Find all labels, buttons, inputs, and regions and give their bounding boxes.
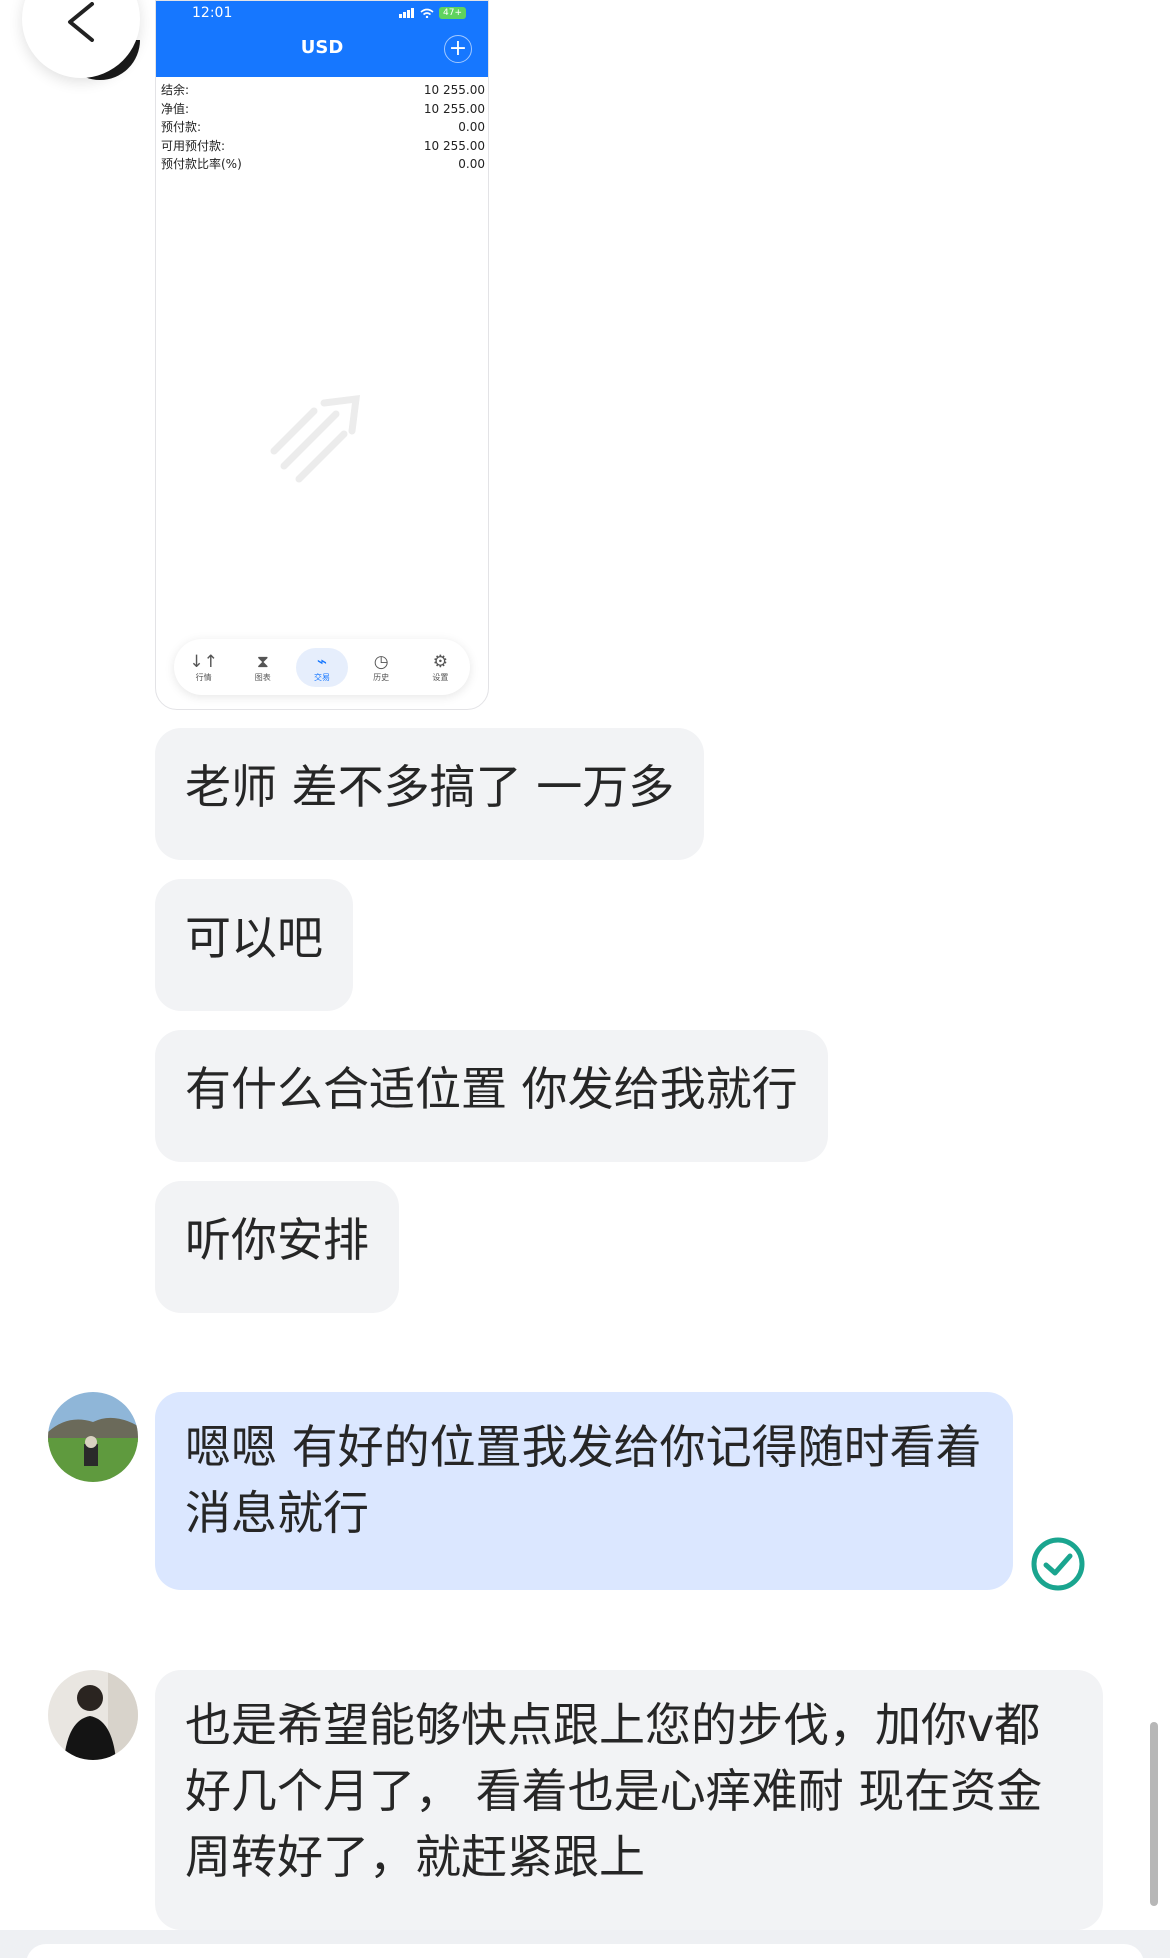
- trend-watermark-icon: [270, 394, 361, 483]
- summary-row: 净值: 10 255.00: [161, 101, 485, 116]
- gear-icon: ⚙: [432, 651, 448, 672]
- message-bubble[interactable]: 可以吧: [155, 879, 353, 1011]
- landscape-avatar-icon: [48, 1392, 138, 1482]
- nav-trade: ⌁ 交易: [295, 647, 348, 687]
- nav-quotes: ↓↑ 行情: [189, 651, 218, 682]
- input-field[interactable]: [26, 1944, 1144, 1958]
- message-bubble[interactable]: 嗯嗯 有好的位置我发给你记得随时看着消息就行: [155, 1392, 1013, 1590]
- signal-icon: [399, 8, 414, 18]
- message-text: 听你安排: [185, 1213, 369, 1267]
- screenshot-header: 12:01 47+ USD +: [156, 1, 488, 77]
- status-time: 12:01: [192, 5, 233, 21]
- summary-row: 可用预付款: 10 255.00: [161, 138, 485, 153]
- chart-line-icon: ⌁: [316, 651, 328, 672]
- message-bubble[interactable]: 有什么合适位置 你发给我就行: [155, 1030, 828, 1162]
- summary-row: 结余: 10 255.00: [161, 83, 485, 97]
- image-message[interactable]: 12:01 47+ USD + 结余: 10 255.00 净值: 10 255.0…: [155, 0, 489, 710]
- nav-settings: ⚙ 设置: [432, 651, 449, 682]
- person-avatar-icon: [48, 1670, 138, 1760]
- input-bar: [0, 1930, 1170, 1958]
- battery-icon: 47+: [439, 7, 466, 19]
- message-text: 有什么合适位置 你发给我就行: [185, 1062, 798, 1116]
- screenshot-title: USD: [300, 37, 344, 58]
- wifi-icon: [420, 8, 434, 18]
- chevron-left-icon: [68, 2, 94, 42]
- message-text: 可以吧: [185, 911, 323, 965]
- message-text: 老师 差不多搞了 一万多: [185, 760, 675, 814]
- nav-chart: ⧗ 图表: [254, 651, 271, 682]
- plus-icon: +: [444, 35, 472, 63]
- read-check-icon: [1031, 1537, 1085, 1591]
- clock-icon: ◷: [373, 651, 389, 672]
- avatar[interactable]: [48, 1670, 138, 1760]
- arrows-icon: ↓↑: [189, 651, 218, 672]
- message-bubble[interactable]: 也是希望能够快点跟上您的步伐，加你v都好几个月了， 看着也是心痒难耐 现在资金周…: [155, 1670, 1103, 1930]
- message-bubble[interactable]: 老师 差不多搞了 一万多: [155, 728, 705, 860]
- summary-row: 预付款比率(%) 0.00: [161, 157, 485, 171]
- candles-icon: ⧗: [256, 651, 269, 672]
- message-text: 嗯嗯 有好的位置我发给你记得随时看着消息就行: [185, 1420, 982, 1540]
- status-icons: 47+: [399, 7, 466, 19]
- account-summary: 结余: 10 255.00 净值: 10 255.00 预付款: 0.00 可用预付款…: [156, 77, 488, 174]
- avatar[interactable]: [48, 1392, 138, 1482]
- summary-row: 预付款: 0.00: [161, 120, 485, 134]
- screenshot-bottom-nav: ↓↑ 行情 ⧗ 图表 ⌁ 交易 ◷ 历史 ⚙ 设置: [174, 639, 470, 695]
- message-text: 也是希望能够快点跟上您的步伐，加你v都好几个月了， 看着也是心痒难耐 现在资金周…: [185, 1698, 1043, 1884]
- scrollbar[interactable]: [1150, 1722, 1158, 1906]
- message-bubble[interactable]: 听你安排: [155, 1181, 399, 1313]
- nav-history: ◷ 历史: [373, 651, 390, 682]
